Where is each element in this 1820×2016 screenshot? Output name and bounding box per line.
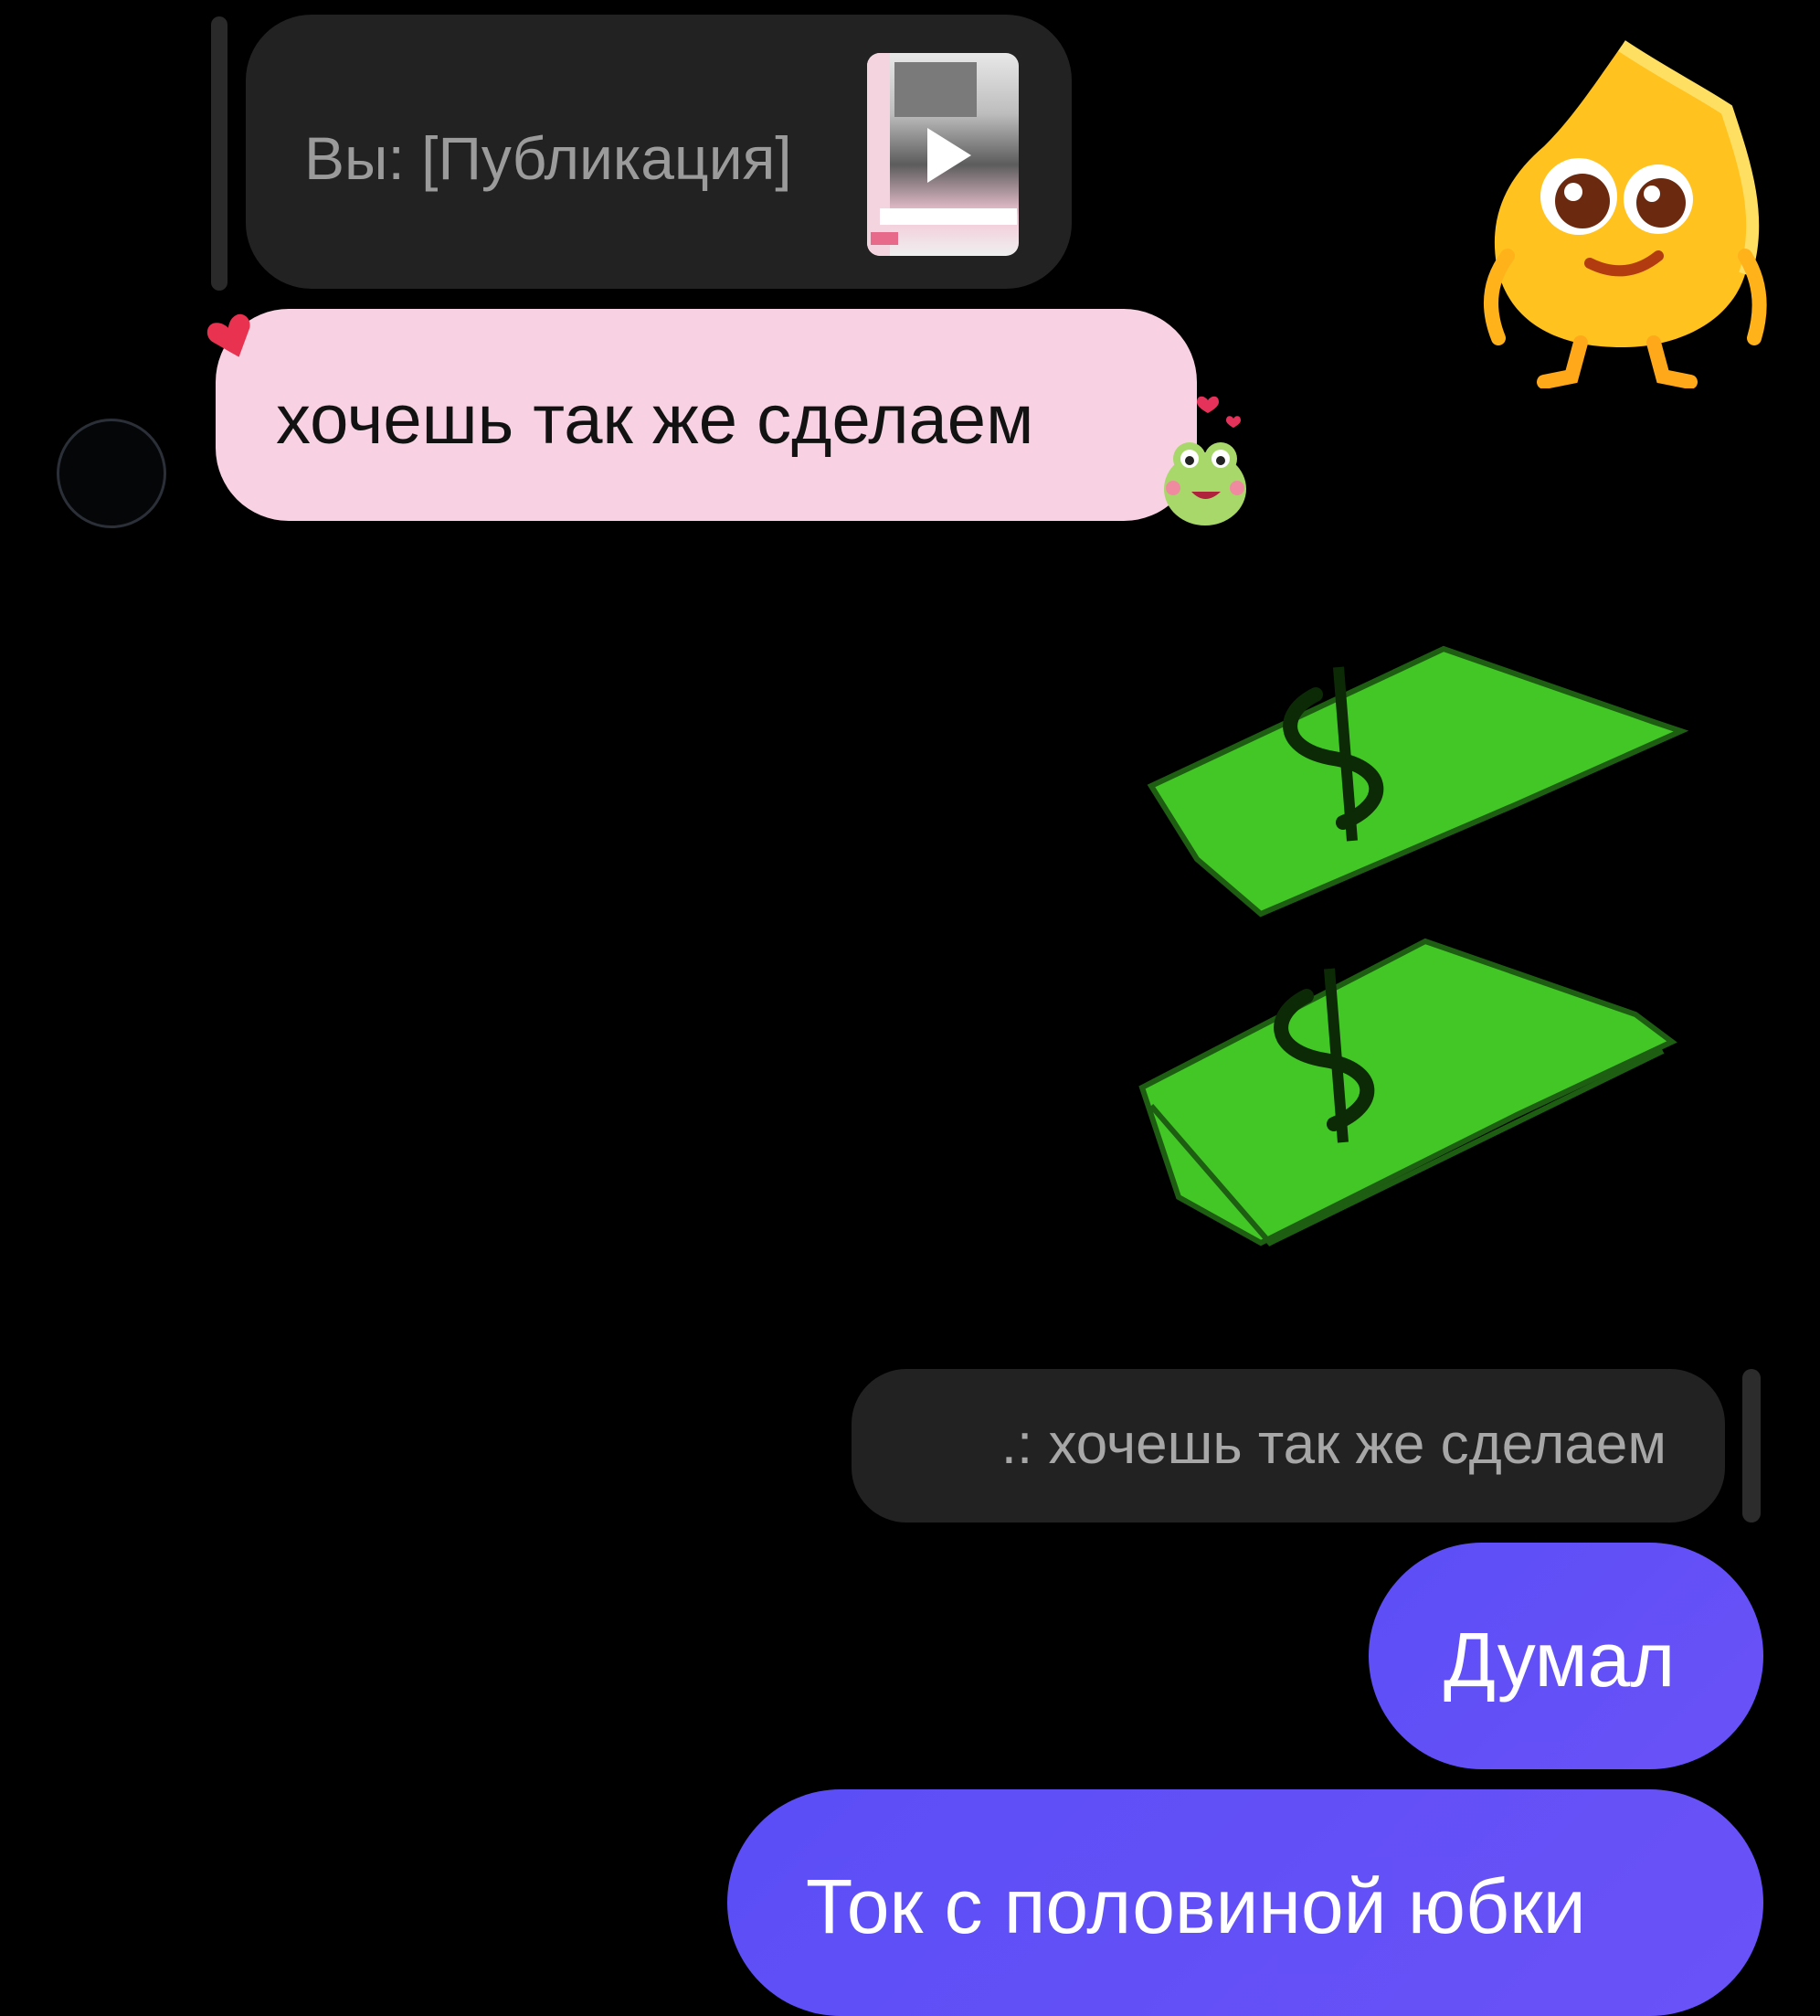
incoming-message-bubble[interactable]: хочешь так же сделаем <box>216 309 1197 521</box>
fire-mascot-icon[interactable] <box>1471 37 1772 388</box>
money-sticker-icon <box>1138 645 1689 1247</box>
reply-preview-message[interactable]: .: хочешь так же сделаем <box>852 1369 1725 1523</box>
reply-preview-publication[interactable]: Вы: [Публикация] <box>246 15 1072 289</box>
outgoing-message-bubble[interactable]: Ток с половиной юбки <box>727 1789 1763 2016</box>
reply-preview-text: .: хочешь так же сделаем <box>1000 1413 1667 1476</box>
outgoing-message-bubble[interactable]: Думал <box>1369 1543 1763 1769</box>
incoming-message-text: хочешь так же сделаем <box>276 381 1034 459</box>
avatar[interactable] <box>57 419 166 528</box>
reply-indicator-bar <box>1742 1369 1761 1523</box>
outgoing-message-text: Думал <box>1444 1617 1676 1703</box>
publication-thumbnail[interactable] <box>867 53 1019 256</box>
outgoing-message-text: Ток с половиной юбки <box>806 1863 1586 1949</box>
reply-preview-text: Вы: [Публикация] <box>304 124 792 192</box>
reply-indicator-bar <box>211 16 228 291</box>
frog-sticker-icon <box>1164 396 1246 525</box>
play-icon <box>927 128 971 183</box>
heart-icon[interactable] <box>206 313 258 364</box>
